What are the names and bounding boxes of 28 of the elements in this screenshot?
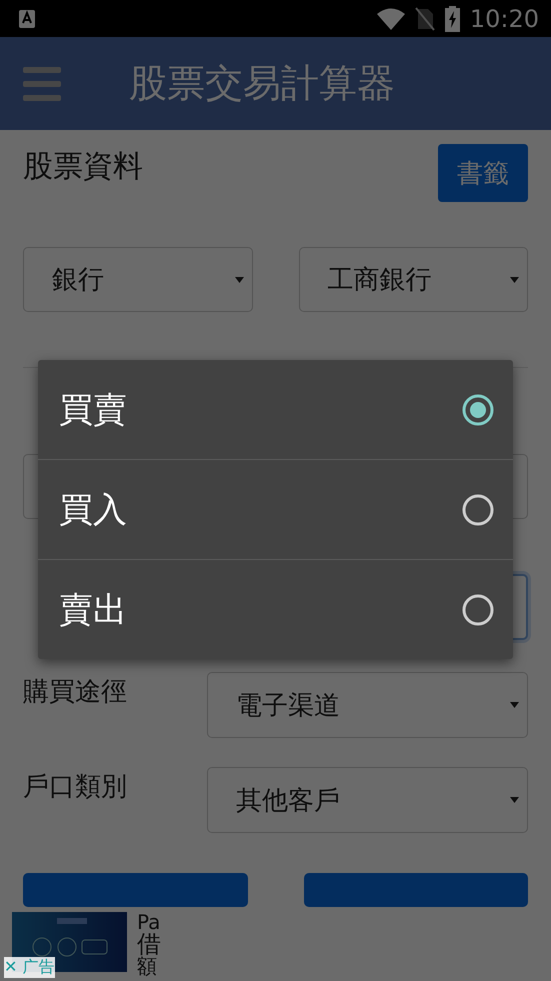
radio-icon[interactable] [462, 594, 494, 626]
clock-text: 10:20 [470, 4, 539, 32]
dropdown[interactable]: 電子渠道 [207, 672, 528, 738]
app-title: 股票交易計算器 [129, 60, 395, 107]
ad-close-label[interactable]: ✕ 广告 [4, 957, 54, 978]
radio-selected-icon[interactable] [462, 394, 494, 426]
caret-icon [510, 702, 519, 708]
field-label: 戶口類別 [23, 771, 128, 804]
no-sim-icon [414, 6, 435, 30]
caret-icon [510, 276, 519, 282]
accessibility-app-icon [19, 10, 35, 28]
dropdown[interactable]: 工商銀行 [298, 247, 528, 312]
dropdown[interactable]: 其他客戶 [207, 767, 528, 833]
wifi-icon [376, 8, 405, 30]
ad-text: 借 [137, 932, 161, 956]
battery-charging-icon [444, 6, 460, 32]
bookmark-button[interactable]: 書籤 [438, 144, 528, 202]
dialog-option[interactable]: 買入 [38, 459, 513, 559]
caret-icon [510, 797, 519, 803]
ad-text: 額 [137, 956, 157, 976]
dropdown[interactable]: 銀行 [23, 247, 252, 312]
field-label: 購買途徑 [23, 676, 128, 709]
section-title: 股票資料 [23, 148, 143, 186]
caret-icon [234, 276, 244, 282]
radio-icon[interactable] [462, 494, 494, 526]
ad-text: Pa [137, 912, 161, 932]
dialog-option[interactable]: 買賣 [38, 360, 513, 459]
dialog-option[interactable]: 賣出 [38, 559, 513, 659]
